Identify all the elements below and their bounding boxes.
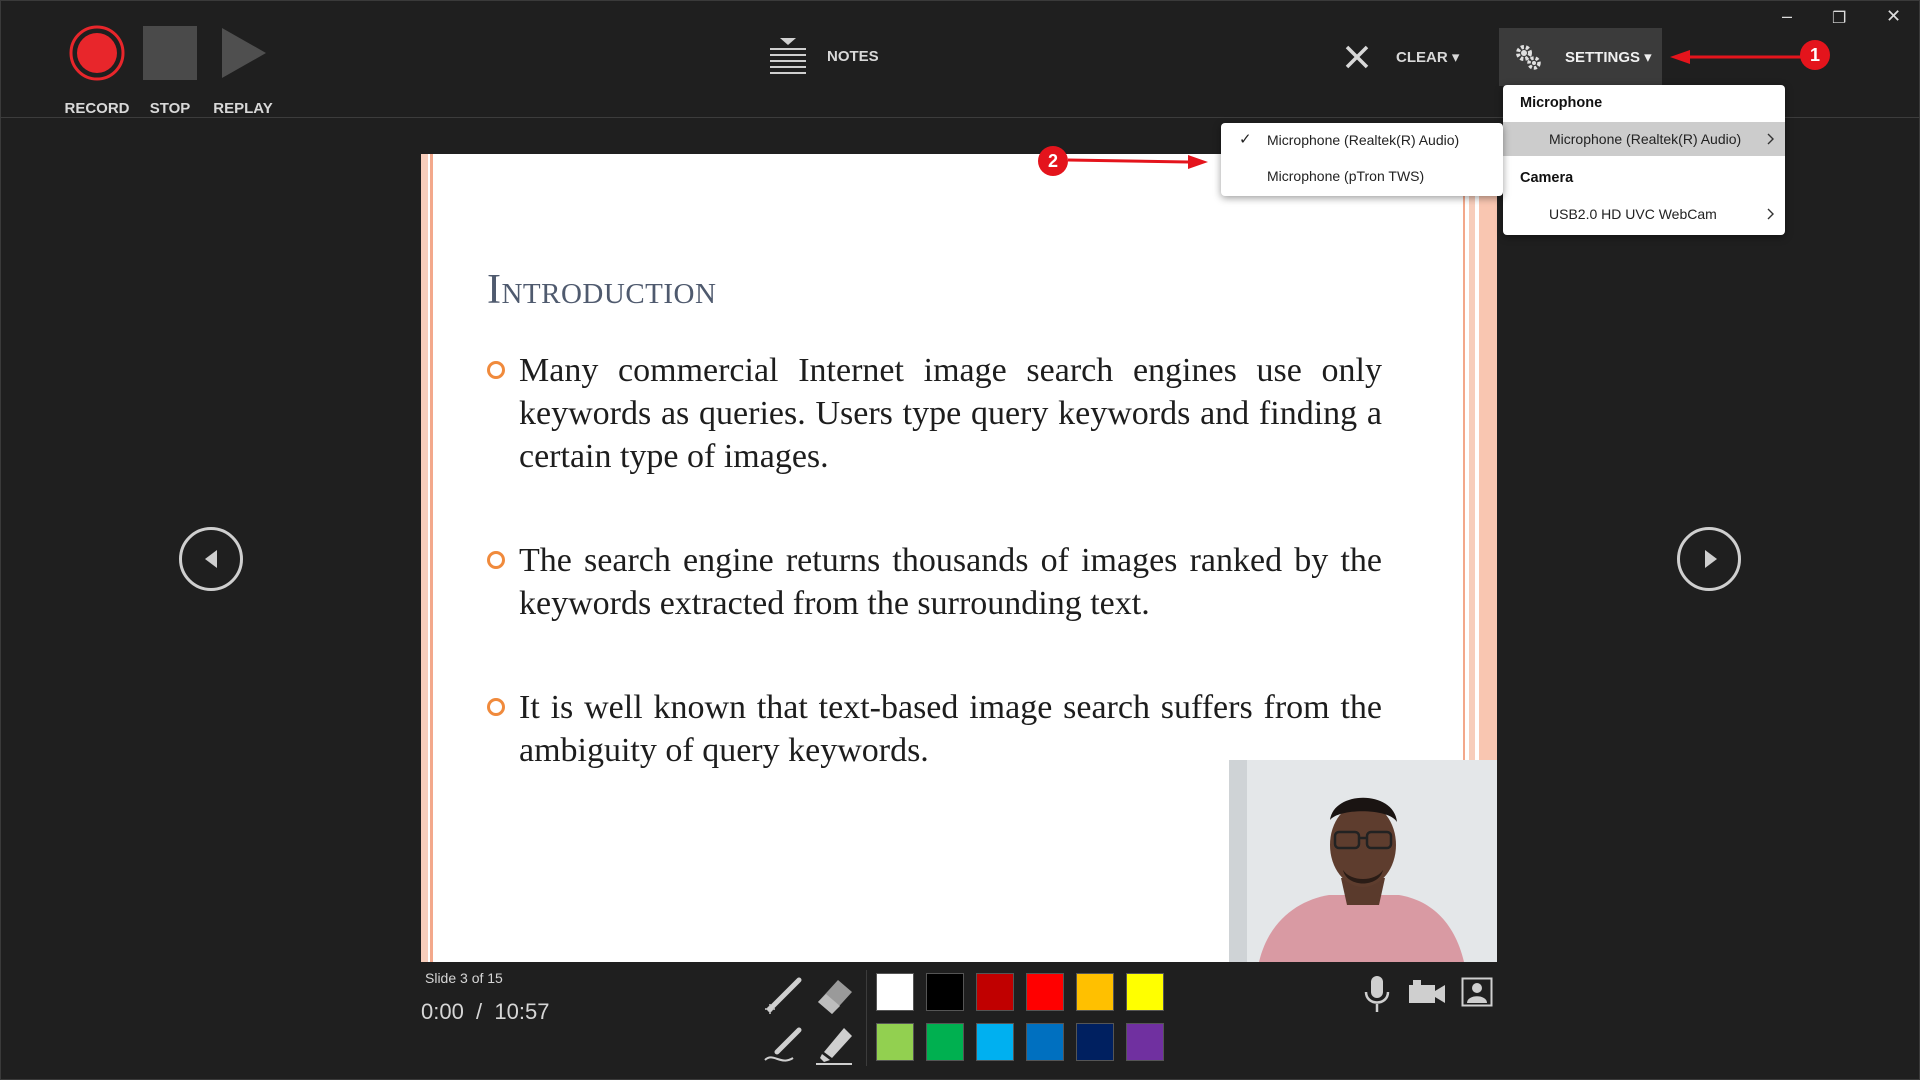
slide-left-border-line [430, 154, 433, 962]
camera-preview-icon [1461, 977, 1493, 1007]
ink-color-swatch[interactable] [1076, 1023, 1114, 1061]
ink-color-swatch[interactable] [1126, 1023, 1164, 1061]
minimize-button[interactable]: – [1782, 6, 1792, 27]
next-slide-button[interactable] [1677, 527, 1741, 591]
camera-menu-item[interactable]: USB2.0 HD UVC WebCam [1503, 197, 1785, 231]
submenu-item-label: Microphone (pTron TWS) [1267, 168, 1425, 184]
notes-icon [770, 38, 806, 74]
bullet-circle-icon [487, 361, 505, 379]
ink-color-swatch[interactable] [1026, 973, 1064, 1011]
record-label: RECORD [64, 100, 130, 117]
next-slide-icon [1705, 550, 1717, 568]
chevron-right-icon [1767, 208, 1774, 220]
slide-counter: Slide 3 of 15 [425, 970, 503, 986]
settings-dropdown: Microphone Microphone (Realtek(R) Audio)… [1503, 85, 1785, 235]
camera-preview-toggle[interactable] [1461, 977, 1493, 1007]
highlighter-button[interactable] [812, 1022, 856, 1066]
slide-left-border [421, 154, 428, 962]
bullet-text: The search engine returns thousands of i… [519, 542, 1382, 622]
notes-button[interactable]: NOTES [768, 36, 879, 80]
camera-toggle[interactable] [1407, 978, 1447, 1008]
previous-slide-icon [205, 550, 217, 568]
microphone-menu-item[interactable]: Microphone (Realtek(R) Audio) [1503, 122, 1785, 156]
ink-color-swatch[interactable] [876, 973, 914, 1011]
annotation-marker-1: 1 [1800, 40, 1830, 70]
microphone-submenu: ✓ Microphone (Realtek(R) Audio) Micropho… [1221, 123, 1503, 196]
bullet-text: Many commercial Internet image search en… [519, 352, 1382, 475]
presenter-video-frame [1229, 760, 1497, 962]
settings-button[interactable]: SETTINGS ▾ [1499, 28, 1662, 86]
eraser-icon [818, 980, 852, 1014]
slide-bullet: The search engine returns thousands of i… [487, 539, 1382, 625]
chevron-right-icon [1767, 133, 1774, 145]
close-window-button[interactable]: ✕ [1886, 6, 1901, 27]
annotation-marker-2: 2 [1038, 146, 1068, 176]
stop-icon [143, 26, 197, 80]
camera-menu-item-label: USB2.0 HD UVC WebCam [1549, 206, 1717, 222]
record-button[interactable]: RECORD [62, 24, 132, 124]
ink-color-swatch[interactable] [976, 1023, 1014, 1061]
eraser-button[interactable] [812, 972, 856, 1016]
ink-color-swatch[interactable] [976, 973, 1014, 1011]
bullet-circle-icon [487, 551, 505, 569]
ink-color-swatch[interactable] [1076, 973, 1114, 1011]
settings-gear-icon [1516, 45, 1541, 70]
slide-bullet: Many commercial Internet image search en… [487, 349, 1382, 478]
record-icon [69, 25, 125, 81]
replay-icon [222, 28, 266, 78]
submenu-item-label: Microphone (Realtek(R) Audio) [1267, 132, 1460, 148]
pen-button[interactable] [763, 1022, 807, 1066]
microphone-toggle[interactable] [1363, 974, 1391, 1014]
clear-label: CLEAR ▾ [1396, 49, 1460, 66]
pen-icon [764, 1027, 802, 1062]
bullet-circle-icon [487, 698, 505, 716]
tool-divider [866, 970, 867, 1066]
laser-pointer-icon [765, 977, 802, 1014]
replay-button[interactable]: REPLAY [212, 24, 274, 124]
microphone-section-header: Microphone [1520, 95, 1603, 111]
microphone-menu-item-label: Microphone (Realtek(R) Audio) [1549, 131, 1742, 147]
camera-icon [1409, 980, 1445, 1003]
replay-label: REPLAY [213, 100, 273, 117]
submenu-item-ptron[interactable]: Microphone (pTron TWS) [1221, 159, 1503, 193]
highlighter-icon [816, 1028, 852, 1065]
submenu-item-realtek[interactable]: ✓ Microphone (Realtek(R) Audio) [1221, 123, 1503, 157]
clear-button[interactable]: CLEAR ▾ [1344, 42, 1462, 74]
webcam-preview [1229, 760, 1497, 962]
camera-section-header: Camera [1520, 170, 1574, 186]
microphone-icon [1364, 976, 1390, 1012]
stop-label: STOP [149, 100, 191, 117]
notes-label: NOTES [827, 48, 879, 65]
recording-timer: 0:00 / 10:57 [421, 999, 550, 1024]
ink-color-swatch[interactable] [926, 1023, 964, 1061]
ink-color-swatch[interactable] [1126, 973, 1164, 1011]
ink-color-swatch[interactable] [876, 1023, 914, 1061]
settings-label: SETTINGS ▾ [1565, 49, 1652, 66]
ink-color-swatch[interactable] [1026, 1023, 1064, 1061]
stop-button[interactable]: STOP [139, 24, 201, 124]
clear-x-icon [1345, 45, 1369, 69]
slide-title: Introduction [487, 267, 717, 313]
ink-color-swatch[interactable] [926, 973, 964, 1011]
check-mark-icon: ✓ [1239, 131, 1252, 148]
restore-button[interactable]: ❐ [1832, 8, 1846, 28]
previous-slide-button[interactable] [179, 527, 243, 591]
laser-pointer-button[interactable] [763, 972, 807, 1016]
